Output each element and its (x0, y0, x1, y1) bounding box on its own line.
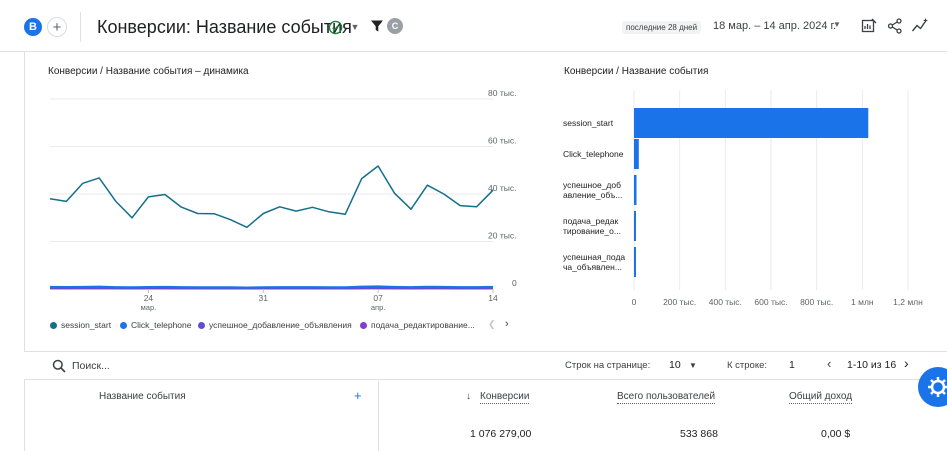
edit-report-icon[interactable] (860, 17, 878, 35)
date-dropdown-caret[interactable]: ▼ (833, 20, 841, 29)
column-header-total-users[interactable]: Всего пользователей (617, 391, 716, 404)
check-circle-icon[interactable] (328, 20, 343, 35)
legend-swatch (198, 321, 205, 329)
insights-icon[interactable] (911, 17, 929, 35)
legend-label: успешное_добавление_объявления (209, 320, 352, 330)
legend-item[interactable]: подача_редактирование... (360, 320, 475, 330)
to-row-label: К строке: (727, 360, 768, 371)
legend-item[interactable]: Click_telephone (120, 320, 191, 330)
rows-per-page-caret[interactable]: ▼ (689, 361, 697, 370)
date-preset-chip: последние 28 дней (622, 21, 702, 34)
filter-icon[interactable] (370, 19, 384, 33)
rows-per-page-select[interactable]: 10 (669, 359, 681, 371)
legend-next-icon[interactable]: › (505, 318, 509, 330)
legend-item[interactable]: успешное_добавление_объявления (198, 320, 352, 330)
filter-chip[interactable]: C (387, 18, 403, 34)
column-header-conversions[interactable]: Конверсии (480, 391, 530, 404)
total-revenue: 0,00 $ (821, 428, 851, 440)
column-header-event-name[interactable]: Название события (99, 391, 186, 402)
share-icon[interactable] (886, 17, 904, 35)
pagination-range: 1-10 из 16 (847, 359, 897, 371)
report-header: B + Конверсии: Название события ▼ C посл… (0, 0, 947, 52)
title-dropdown-caret[interactable]: ▼ (347, 18, 363, 36)
search-icon (52, 359, 66, 373)
table-toolbar: Строк на странице: 10 ▼ К строке: 1 ‹ 1-… (24, 351, 947, 380)
page-title: Конверсии: Название события (97, 17, 352, 37)
line-chart-title: Конверсии / Название события – динамика (48, 66, 249, 77)
legend-item[interactable]: session_start (50, 320, 111, 330)
total-users: 533 868 (680, 428, 718, 440)
legend-prev-icon[interactable]: ❮ (488, 319, 496, 330)
customize-button[interactable] (918, 367, 947, 407)
legend-swatch (50, 321, 57, 329)
legend-label: Click_telephone (131, 320, 192, 330)
event-name-column (24, 381, 379, 451)
bar-chart-title: Конверсии / Название события (564, 66, 709, 77)
next-page-icon[interactable]: › (904, 355, 909, 371)
line-chart-legend: session_start Click_telephone успешное_д… (50, 320, 520, 334)
legend-swatch (120, 321, 127, 329)
sort-desc-icon[interactable]: ↓ (466, 391, 471, 402)
legend-swatch (360, 321, 367, 329)
add-dimension-icon[interactable]: + (354, 388, 362, 403)
column-header-total-revenue[interactable]: Общий доход (789, 391, 853, 404)
rows-per-page-label: Строк на странице: (565, 360, 651, 371)
search-input[interactable] (72, 357, 232, 375)
total-conversions: 1 076 279,00 (470, 428, 532, 440)
gear-icon (928, 377, 947, 397)
comparison-avatar[interactable]: B (24, 18, 42, 36)
date-range[interactable]: 18 мар. – 14 апр. 2024 г. (713, 20, 836, 32)
header-divider (80, 12, 81, 42)
legend-label: подача_редактирование... (371, 320, 475, 330)
to-row-input[interactable]: 1 (789, 359, 795, 371)
add-comparison-button[interactable]: + (47, 17, 67, 37)
prev-page-icon[interactable]: ‹ (827, 356, 831, 371)
legend-label: session_start (61, 320, 112, 330)
